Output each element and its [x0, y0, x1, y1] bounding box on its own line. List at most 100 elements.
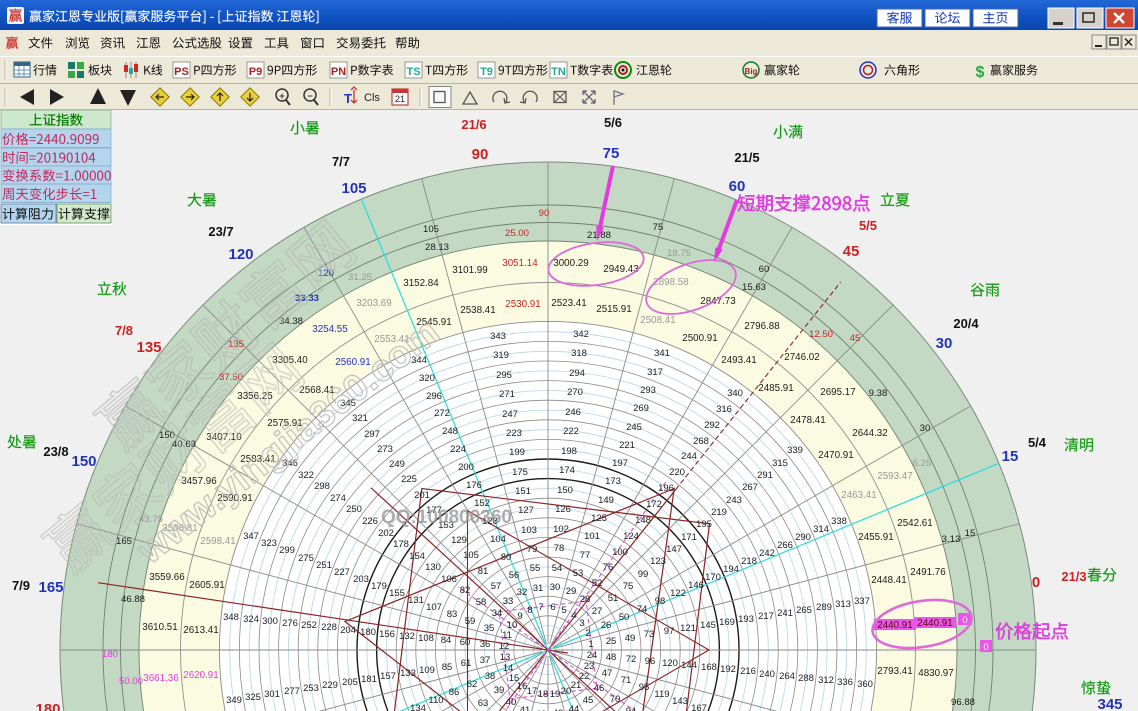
svg-text:TS: TS — [406, 66, 420, 78]
svg-text:81: 81 — [478, 566, 489, 577]
svg-text:23/7: 23/7 — [208, 224, 233, 239]
svg-text:3559.66: 3559.66 — [149, 572, 185, 583]
svg-text:301: 301 — [264, 689, 280, 700]
svg-text:242: 242 — [759, 548, 775, 559]
svg-text:2478.41: 2478.41 — [790, 415, 825, 426]
svg-text:5/4: 5/4 — [1028, 435, 1047, 450]
svg-text:109: 109 — [419, 665, 435, 676]
svg-text:266: 266 — [777, 540, 793, 551]
svg-text:272: 272 — [434, 408, 450, 419]
svg-text:32: 32 — [517, 587, 528, 598]
svg-text:2515.91: 2515.91 — [596, 304, 631, 315]
svg-text:127: 127 — [518, 505, 534, 516]
svg-text:98: 98 — [655, 596, 666, 607]
svg-text:156: 156 — [379, 629, 395, 640]
svg-text:7/9: 7/9 — [12, 578, 30, 593]
svg-text:193: 193 — [738, 614, 754, 625]
svg-text:2493.41: 2493.41 — [721, 355, 756, 366]
svg-text:173: 173 — [605, 476, 621, 487]
svg-text:222: 222 — [563, 426, 579, 437]
svg-text:15: 15 — [1002, 448, 1019, 465]
svg-text:251: 251 — [316, 560, 332, 571]
svg-text:277: 277 — [284, 686, 300, 697]
svg-text:12.50: 12.50 — [809, 329, 833, 340]
svg-text:90: 90 — [539, 208, 550, 219]
svg-text:36: 36 — [480, 639, 491, 650]
svg-text:155: 155 — [389, 588, 405, 599]
svg-text:315: 315 — [772, 458, 788, 469]
svg-text:90: 90 — [472, 146, 489, 163]
svg-text:22: 22 — [579, 671, 590, 682]
svg-text:2620.91: 2620.91 — [183, 670, 218, 681]
svg-text:200: 200 — [458, 462, 474, 473]
svg-text:202: 202 — [378, 528, 394, 539]
svg-text:3610.51: 3610.51 — [142, 622, 177, 633]
svg-text:295: 295 — [496, 370, 512, 381]
svg-text:168: 168 — [701, 662, 717, 673]
svg-text:316: 316 — [716, 404, 732, 415]
svg-text:290: 290 — [795, 532, 811, 543]
svg-text:323: 323 — [261, 538, 277, 549]
svg-text:61: 61 — [461, 658, 472, 669]
svg-text:37: 37 — [480, 655, 491, 666]
svg-text:148: 148 — [635, 515, 651, 526]
svg-text:2440.91: 2440.91 — [917, 618, 952, 629]
svg-text:176: 176 — [466, 480, 482, 491]
svg-text:21/3: 21/3 — [1061, 569, 1086, 584]
svg-text:345: 345 — [1097, 696, 1122, 711]
svg-text:+: + — [279, 91, 284, 101]
svg-text:228: 228 — [321, 622, 337, 633]
svg-text:T9: T9 — [480, 66, 493, 78]
svg-text:3101.99: 3101.99 — [452, 265, 487, 276]
svg-text:271: 271 — [499, 389, 515, 400]
svg-text:45: 45 — [843, 243, 860, 260]
svg-text:341: 341 — [654, 348, 670, 359]
svg-text:108: 108 — [418, 633, 434, 644]
svg-text:131: 131 — [408, 595, 424, 606]
svg-text:145: 145 — [700, 620, 716, 631]
svg-text:99: 99 — [638, 569, 649, 580]
svg-text:146: 146 — [688, 580, 704, 591]
svg-text:312: 312 — [818, 675, 834, 686]
svg-text:150: 150 — [71, 453, 96, 470]
svg-text:TN: TN — [551, 66, 566, 78]
svg-text:2542.61: 2542.61 — [897, 518, 932, 529]
svg-text:18.75: 18.75 — [667, 248, 691, 259]
svg-text:2508.41: 2508.41 — [640, 315, 675, 326]
svg-text:110: 110 — [428, 695, 443, 706]
svg-text:59: 59 — [465, 616, 476, 627]
svg-text:8: 8 — [527, 605, 532, 616]
svg-text:219: 219 — [711, 507, 727, 518]
svg-text:50: 50 — [619, 612, 630, 623]
svg-text:2448.41: 2448.41 — [871, 575, 906, 586]
svg-text:267: 267 — [742, 482, 758, 493]
svg-text:5/5: 5/5 — [859, 218, 877, 233]
svg-text:16: 16 — [517, 681, 528, 692]
svg-text:297: 297 — [364, 429, 380, 440]
svg-text:$: $ — [976, 64, 985, 81]
svg-text:121: 121 — [680, 623, 696, 634]
svg-text:3254.55: 3254.55 — [312, 324, 348, 335]
svg-text:58: 58 — [476, 597, 487, 608]
svg-text:0: 0 — [983, 642, 988, 653]
svg-text:253: 253 — [303, 683, 319, 694]
svg-text:221: 221 — [619, 440, 635, 451]
svg-text:102: 102 — [553, 524, 569, 535]
svg-text:2644.32: 2644.32 — [852, 428, 887, 439]
svg-text:196: 196 — [658, 483, 674, 494]
svg-text:2598.41: 2598.41 — [200, 536, 235, 547]
svg-text:31: 31 — [533, 583, 544, 594]
svg-text:342: 342 — [573, 329, 589, 340]
svg-text:7/8: 7/8 — [115, 323, 133, 338]
svg-text:2: 2 — [585, 628, 590, 639]
svg-text:2538.41: 2538.41 — [460, 305, 495, 316]
svg-text:35: 35 — [484, 623, 495, 634]
svg-text:83: 83 — [447, 609, 458, 620]
svg-text:149: 149 — [598, 495, 614, 506]
svg-text:77: 77 — [580, 550, 591, 561]
svg-text:49: 49 — [625, 633, 636, 644]
svg-text:157: 157 — [380, 671, 396, 682]
svg-text:349: 349 — [226, 695, 242, 706]
svg-text:172: 172 — [646, 499, 662, 510]
svg-text:2530.91: 2530.91 — [505, 299, 540, 310]
